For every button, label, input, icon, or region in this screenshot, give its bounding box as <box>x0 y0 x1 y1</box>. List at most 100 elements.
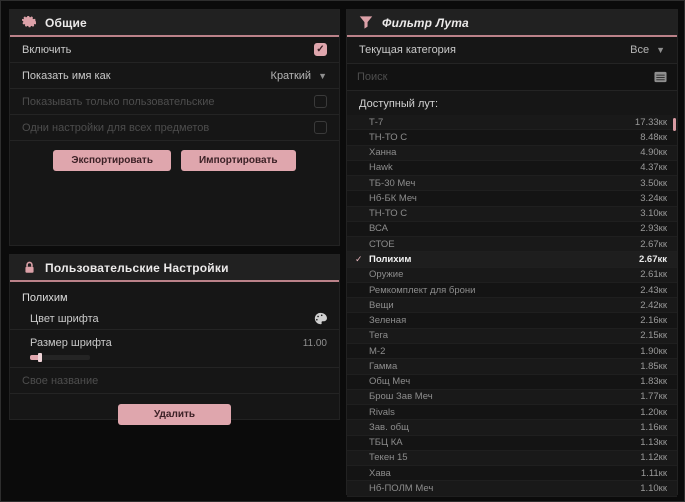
item-value: 3.24кк <box>640 192 667 204</box>
selected-item-label: Полихим <box>22 292 68 304</box>
palette-icon[interactable] <box>313 312 327 326</box>
list-item[interactable]: Т-7 17.33кк <box>347 115 677 131</box>
panel-user-settings-header: Пользовательские Настройки <box>10 255 339 282</box>
item-name: Нб-ПОЛМ Меч <box>369 483 434 494</box>
panel-loot-filter-header: Фильтр Лута <box>347 10 677 37</box>
list-item[interactable]: СТОЕ 2.67кк <box>347 237 677 253</box>
setting-row-only-custom: Показывать только пользовательские <box>10 89 339 115</box>
item-value: 1.16кк <box>640 421 667 433</box>
slider-thumb[interactable] <box>37 353 42 362</box>
list-item[interactable]: Rivals 1.20кк <box>347 405 677 421</box>
import-button[interactable]: Импортировать <box>180 150 296 171</box>
item-value: 2.93кк <box>640 223 667 235</box>
setting-row-same-settings: Одни настройки для всех предметов <box>10 115 339 141</box>
list-item[interactable]: Текен 15 1.12кк <box>347 450 677 467</box>
font-size-label: Размер шрифта <box>30 337 112 349</box>
list-item[interactable]: ТН-ТО С 3.10кк <box>347 206 677 222</box>
show-name-dropdown[interactable]: Краткий ▼ <box>271 70 327 82</box>
lock-icon <box>22 261 36 275</box>
available-loot-label: Доступный лут: <box>359 98 439 110</box>
setting-row-show-name: Показать имя как Краткий ▼ <box>10 63 339 89</box>
check-icon: ✓ <box>355 254 363 265</box>
font-size-slider[interactable] <box>30 353 90 362</box>
list-item[interactable]: Вещи 2.42кк <box>347 298 677 314</box>
list-item[interactable]: Нб-ПОЛМ Меч 1.10кк <box>347 481 677 497</box>
item-name: Ханна <box>369 147 397 159</box>
list-item[interactable]: ТБЦ КА 1.13кк <box>347 435 677 451</box>
item-name: ТБ-30 Меч <box>369 177 416 189</box>
same-settings-checkbox[interactable] <box>314 121 327 134</box>
item-value: 1.90кк <box>640 345 667 357</box>
export-import-row: Экспортировать Импортировать <box>10 141 339 171</box>
show-name-label: Показать имя как <box>22 69 111 82</box>
custom-name-row <box>10 368 339 394</box>
list-item[interactable]: Общ Меч 1.83кк <box>347 374 677 390</box>
list-item[interactable]: Ханна 4.90кк <box>347 145 677 161</box>
item-value: 1.20кк <box>640 406 667 418</box>
panel-title: Общие <box>45 15 87 30</box>
item-name: Брош Зав Меч <box>369 391 433 403</box>
show-name-value: Краткий <box>270 69 312 82</box>
item-value: 1.83кк <box>640 376 667 388</box>
list-item[interactable]: ТН-ТО С 8.48кк <box>347 130 677 146</box>
list-item[interactable]: Ремкомплект для брони 2.43кк <box>347 282 677 299</box>
item-value: 2.61кк <box>640 269 667 281</box>
setting-row-enable: Включить ✓ <box>10 37 339 63</box>
item-name: Hawk <box>369 162 393 174</box>
loot-list: Т-7 17.33кк ТН-ТО С 8.48кк Ханна 4.90кк Hawk 4.… <box>347 115 677 497</box>
delete-button[interactable]: Удалить <box>117 404 232 425</box>
item-value: 3.10кк <box>640 208 667 220</box>
chevron-down-icon: ▼ <box>656 45 665 55</box>
item-name: М-2 <box>369 345 386 357</box>
category-dropdown[interactable]: Все ▼ <box>630 44 665 56</box>
list-item[interactable]: ТБ-30 Меч 3.50кк <box>347 176 677 192</box>
item-name: ТН-ТО С <box>369 208 408 220</box>
only-custom-label: Показывать только пользовательские <box>22 95 215 108</box>
item-value: 1.77кк <box>640 391 667 403</box>
item-name: Оружие <box>369 269 404 281</box>
list-item[interactable]: Оружие 2.61кк <box>347 267 677 283</box>
search-row <box>347 64 677 91</box>
list-item[interactable]: Брош Зав Меч 1.77кк <box>347 389 677 406</box>
list-item[interactable]: Зав. общ 1.16кк <box>347 420 677 436</box>
search-input[interactable] <box>357 71 654 83</box>
item-name: Полихим <box>369 254 412 266</box>
scrollbar-thumb[interactable] <box>673 118 676 131</box>
panel-title: Пользовательские Настройки <box>45 260 229 275</box>
list-item[interactable]: Зеленая 2.16кк <box>347 313 677 329</box>
item-name: Общ Меч <box>369 376 411 388</box>
list-item[interactable]: Хава 1.11кк <box>347 466 677 482</box>
item-value: 4.37кк <box>640 162 667 174</box>
item-value: 1.10кк <box>640 483 667 494</box>
only-custom-checkbox[interactable] <box>314 95 327 108</box>
item-name: Нб-БК Меч <box>369 192 417 204</box>
enable-checkbox[interactable]: ✓ <box>314 43 327 56</box>
item-value: 2.15кк <box>640 330 667 342</box>
item-value: 8.48кк <box>640 131 667 143</box>
item-value: 4.90кк <box>640 147 667 159</box>
list-item[interactable]: Нб-БК Меч 3.24кк <box>347 191 677 207</box>
export-button[interactable]: Экспортировать <box>53 150 171 171</box>
category-label: Текущая категория <box>359 44 456 56</box>
item-value: 2.67кк <box>639 254 667 266</box>
item-name: Гамма <box>369 360 398 372</box>
item-name: Хава <box>369 467 391 479</box>
panel-general-header: Общие <box>10 10 339 37</box>
list-item[interactable]: Гамма 1.85кк <box>347 359 677 375</box>
item-name: Т-7 <box>369 116 384 128</box>
item-value: 2.16кк <box>640 315 667 327</box>
custom-name-input[interactable] <box>22 374 327 387</box>
list-item[interactable]: ✓ Полихим 2.67кк <box>347 252 677 268</box>
list-item[interactable]: М-2 1.90кк <box>347 343 677 360</box>
funnel-icon <box>359 16 373 30</box>
enable-label: Включить <box>22 43 72 56</box>
item-value: 2.43кк <box>640 284 667 296</box>
gear-icon <box>22 15 36 30</box>
list-item[interactable]: ВСА 2.93кк <box>347 221 677 238</box>
item-name: Rivals <box>369 406 395 418</box>
same-settings-label: Одни настройки для всех предметов <box>22 121 210 134</box>
list-item[interactable]: Hawk 4.37кк <box>347 160 677 177</box>
list-item[interactable]: Тега 2.15кк <box>347 328 677 344</box>
grid-view-icon[interactable] <box>654 70 667 84</box>
item-name: Зав. общ <box>369 421 409 433</box>
